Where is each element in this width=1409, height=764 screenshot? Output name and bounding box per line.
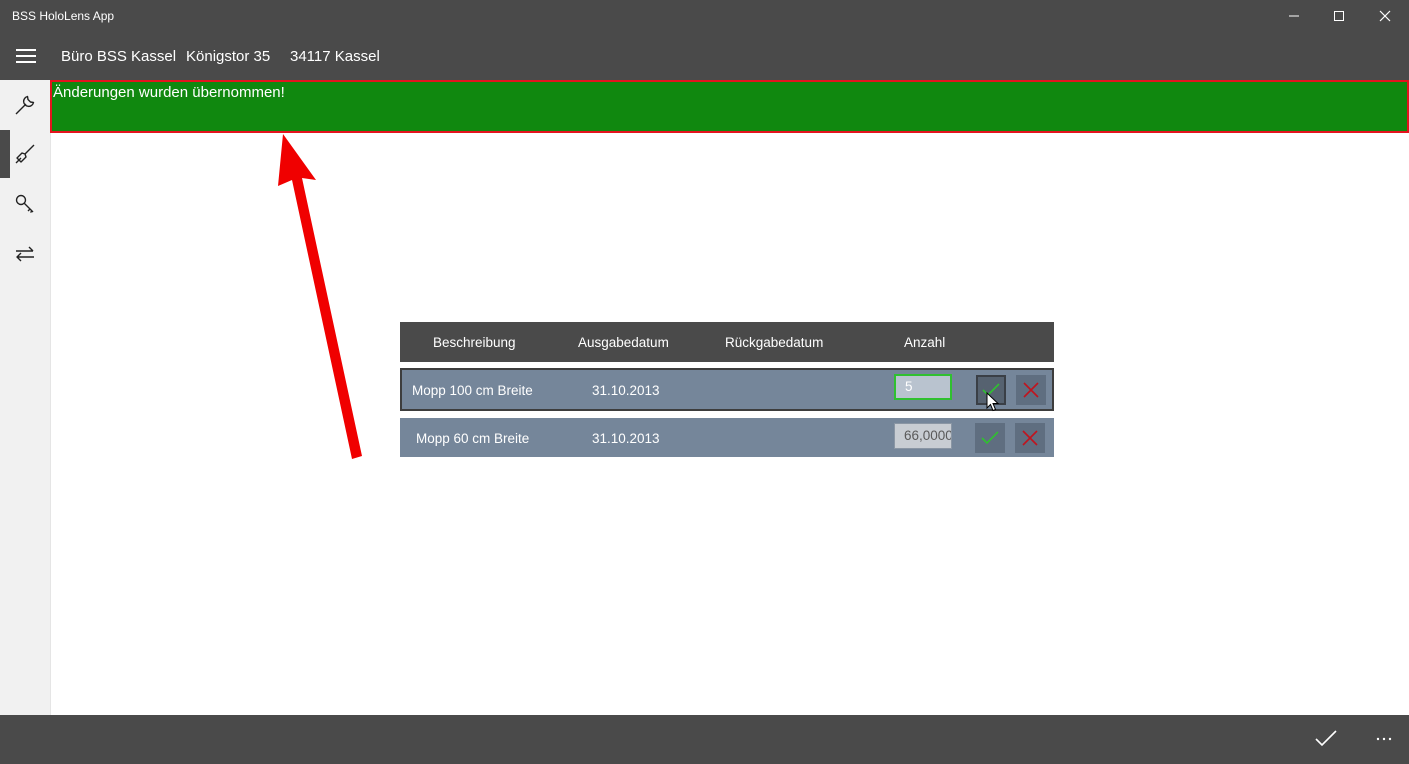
annotation-arrow-icon	[278, 134, 362, 459]
app-header: Büro BSS Kassel Königstor 35 34117 Kasse…	[0, 32, 1409, 80]
sidebar-item-tools[interactable]	[0, 81, 50, 129]
reject-row-button[interactable]	[1016, 375, 1046, 405]
minimize-button[interactable]	[1271, 0, 1317, 32]
close-icon	[1379, 10, 1391, 22]
checkmark-icon	[981, 431, 999, 445]
swap-arrows-icon	[16, 246, 34, 262]
more-options-button[interactable]	[1366, 723, 1402, 755]
mouse-cursor-icon	[986, 392, 1000, 412]
column-header-return-date: Rückgabedatum	[725, 335, 824, 350]
sidebar-item-cleaning[interactable]	[0, 130, 50, 178]
row-description: Mopp 100 cm Breite	[412, 383, 533, 398]
quantity-input[interactable]: 5	[894, 374, 952, 400]
hamburger-menu-button[interactable]	[8, 40, 44, 72]
table-header: Beschreibung Ausgabedatum Rückgabedatum …	[400, 322, 1054, 362]
location-street: Königstor 35	[186, 48, 271, 65]
row-issue-date: 31.10.2013	[592, 383, 660, 398]
table-row[interactable]: Mopp 100 cm Breite 31.10.2013 5	[400, 368, 1054, 411]
accept-all-button[interactable]	[1308, 723, 1344, 755]
sidebar-item-keys[interactable]	[0, 180, 50, 228]
minimize-icon	[1289, 15, 1299, 17]
success-message: Änderungen wurden übernommen!	[53, 84, 285, 101]
keys-icon	[15, 194, 34, 213]
accept-row-button[interactable]	[975, 423, 1005, 453]
column-header-issue-date: Ausgabedatum	[578, 335, 669, 350]
table-row[interactable]: Mopp 60 cm Breite 31.10.2013 66,0000	[400, 418, 1054, 457]
x-mark-icon	[1022, 430, 1038, 446]
hamburger-icon	[16, 49, 36, 51]
wrench-icon	[15, 95, 35, 115]
success-banner: Änderungen wurden übernommen!	[50, 80, 1409, 133]
x-mark-icon	[1023, 382, 1039, 398]
sidebar	[0, 80, 51, 715]
reject-row-button[interactable]	[1015, 423, 1045, 453]
window-title: BSS HoloLens App	[12, 9, 115, 23]
title-bar: BSS HoloLens App	[0, 0, 1409, 43]
close-button[interactable]	[1362, 0, 1408, 32]
column-header-quantity: Anzahl	[904, 335, 946, 350]
location-city: 34117 Kassel	[290, 48, 380, 65]
more-icon	[1376, 737, 1392, 741]
broom-icon	[15, 144, 35, 164]
column-header-description: Beschreibung	[433, 335, 516, 350]
row-description: Mopp 60 cm Breite	[416, 431, 530, 446]
maximize-icon	[1334, 11, 1344, 21]
maximize-button[interactable]	[1316, 0, 1362, 32]
checkmark-icon	[1315, 730, 1337, 747]
sidebar-item-transfer[interactable]	[0, 230, 50, 278]
row-issue-date: 31.10.2013	[592, 431, 660, 446]
location-name: Büro BSS Kassel	[61, 48, 177, 65]
command-bar	[0, 715, 1409, 764]
quantity-input[interactable]: 66,0000	[894, 423, 952, 449]
